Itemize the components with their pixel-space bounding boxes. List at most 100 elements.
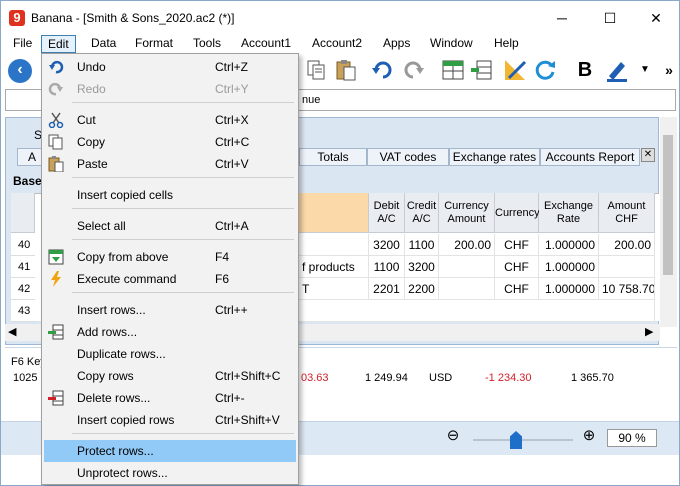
- scroll-left-icon[interactable]: ◀: [8, 325, 16, 338]
- zoom-slider-track[interactable]: [473, 439, 573, 441]
- chevron-down-icon[interactable]: ▼: [633, 58, 657, 82]
- column-header-amount-chf[interactable]: Amount CHF: [599, 193, 655, 233]
- menu-edit[interactable]: Edit: [41, 35, 76, 53]
- highlighter-icon[interactable]: [605, 58, 629, 82]
- table-icon[interactable]: [441, 58, 465, 82]
- menu-account1[interactable]: Account1: [235, 35, 297, 53]
- refresh-icon[interactable]: [533, 58, 557, 82]
- table-cell-description[interactable]: f products: [299, 256, 369, 278]
- tab-vat-codes[interactable]: VAT codes: [367, 148, 449, 166]
- menu-data[interactable]: Data: [85, 35, 122, 53]
- copy-icon[interactable]: [304, 58, 328, 82]
- menu-item-copy-from-above[interactable]: Copy from above F4: [44, 246, 296, 268]
- menu-item-paste[interactable]: Paste Ctrl+V: [44, 153, 296, 175]
- info-currency: USD: [429, 372, 453, 384]
- paste-icon[interactable]: [334, 58, 358, 82]
- tools-icon[interactable]: [503, 58, 527, 82]
- column-header-currency[interactable]: Currency: [495, 193, 540, 233]
- row-number: 43: [11, 300, 35, 322]
- table-cell-description[interactable]: T: [299, 278, 369, 300]
- info-amount-negative: -1 234.30: [485, 372, 532, 384]
- description-header[interactable]: [299, 193, 369, 233]
- minimize-button[interactable]: ─: [539, 1, 585, 35]
- back-navigation-icon[interactable]: ‹: [8, 59, 32, 83]
- redo-icon[interactable]: [401, 58, 425, 82]
- menu-item-select-all[interactable]: Select all Ctrl+A: [44, 215, 296, 237]
- close-button[interactable]: ✕: [633, 1, 679, 35]
- menu-item-insert-copied-cells[interactable]: Insert copied cells: [44, 184, 296, 206]
- menu-bar: File Edit Data Format Tools Account1 Acc…: [1, 35, 679, 53]
- view-label: Base: [13, 174, 42, 188]
- menu-item-add-rows[interactable]: Add rows...: [44, 321, 296, 343]
- table-cell-amount-chf[interactable]: 200.00: [599, 234, 655, 256]
- table-cell-description[interactable]: [299, 234, 369, 256]
- table-cell-debit[interactable]: 1100: [369, 256, 405, 278]
- menu-item-redo[interactable]: Redo Ctrl+Y: [44, 78, 296, 100]
- column-header-credit[interactable]: Credit A/C: [405, 193, 439, 233]
- menu-format[interactable]: Format: [129, 35, 179, 53]
- edit-menu-dropdown: Undo Ctrl+Z Redo Ctrl+Y Cut Ctrl+X Copy …: [41, 53, 299, 485]
- zoom-out-icon[interactable]: ⊖: [445, 428, 461, 445]
- table-cell-credit[interactable]: 2200: [405, 278, 439, 300]
- tab-totals[interactable]: Totals: [299, 148, 367, 166]
- menu-item-duplicate-rows[interactable]: Duplicate rows...: [44, 343, 296, 365]
- rows-icon[interactable]: [469, 58, 493, 82]
- table-cell-currency-amount[interactable]: 200.00: [439, 234, 495, 256]
- menu-item-execute-command[interactable]: Execute command F6: [44, 268, 296, 290]
- menu-item-copy-rows[interactable]: Copy rows Ctrl+Shift+C: [44, 365, 296, 387]
- table-cell-currency-amount[interactable]: [439, 278, 495, 300]
- delete-rows-icon: [48, 390, 64, 406]
- table-cell-amount-chf[interactable]: 10 758.70: [599, 278, 655, 300]
- table-cell-exchange-rate[interactable]: 1.000000: [539, 278, 599, 300]
- copy-from-above-icon: [48, 249, 64, 265]
- table-cell-currency-amount[interactable]: [439, 256, 495, 278]
- tab-exchange-rates[interactable]: Exchange rates: [449, 148, 540, 166]
- menu-item-protect-rows[interactable]: Protect rows...: [44, 440, 296, 462]
- menu-item-cut[interactable]: Cut Ctrl+X: [44, 109, 296, 131]
- menu-item-delete-rows[interactable]: Delete rows... Ctrl+-: [44, 387, 296, 409]
- menu-separator: [72, 208, 294, 209]
- column-header-debit[interactable]: Debit A/C: [369, 193, 405, 233]
- menu-apps[interactable]: Apps: [377, 35, 416, 53]
- zoom-level-input[interactable]: 90 %: [607, 429, 657, 447]
- column-header-exchange-rate[interactable]: Exchange Rate: [539, 193, 599, 233]
- table-cell-currency[interactable]: CHF: [495, 234, 539, 256]
- column-header-currency-amount[interactable]: Currency Amount: [439, 193, 495, 233]
- table-cell-credit[interactable]: 1100: [405, 234, 439, 256]
- table-cell-debit[interactable]: 2201: [369, 278, 405, 300]
- scroll-right-icon[interactable]: ▶: [645, 325, 653, 338]
- table-cell-currency[interactable]: CHF: [495, 256, 539, 278]
- close-tab-icon[interactable]: ✕: [641, 148, 655, 162]
- menu-tools[interactable]: Tools: [187, 35, 227, 53]
- menu-item-unprotect-rows[interactable]: Unprotect rows...: [44, 462, 296, 484]
- table-cell-debit[interactable]: 3200: [369, 234, 405, 256]
- banana-app-icon: 9: [9, 10, 25, 26]
- scissors-icon: [48, 112, 64, 128]
- zoom-in-icon[interactable]: ⊕: [581, 428, 597, 445]
- bold-icon[interactable]: B: [573, 58, 597, 82]
- menu-item-insert-rows[interactable]: Insert rows... Ctrl++: [44, 299, 296, 321]
- undo-icon[interactable]: [371, 58, 395, 82]
- tab-accounts-report[interactable]: Accounts Report: [540, 148, 640, 166]
- menu-item-copy[interactable]: Copy Ctrl+C: [44, 131, 296, 153]
- menu-help[interactable]: Help: [488, 35, 525, 53]
- menu-item-undo[interactable]: Undo Ctrl+Z: [44, 56, 296, 78]
- row-number: 40: [11, 234, 35, 256]
- table-cell-currency[interactable]: CHF: [495, 278, 539, 300]
- table-cell-exchange-rate[interactable]: 1.000000: [539, 256, 599, 278]
- info-account: 1025: [13, 372, 38, 384]
- table-cell-exchange-rate[interactable]: 1.000000: [539, 234, 599, 256]
- toolbar-more-icon[interactable]: »: [657, 58, 680, 82]
- menu-separator: [72, 292, 294, 293]
- table-cell-empty[interactable]: [299, 300, 655, 322]
- redo-icon: [48, 82, 63, 96]
- menu-item-insert-copied-rows[interactable]: Insert copied rows Ctrl+Shift+V: [44, 409, 296, 431]
- menu-account2[interactable]: Account2: [306, 35, 368, 53]
- table-cell-credit[interactable]: 3200: [405, 256, 439, 278]
- table-cell-amount-chf[interactable]: [599, 256, 655, 278]
- menu-file[interactable]: File: [7, 35, 38, 53]
- vertical-scroll-thumb[interactable]: [663, 135, 673, 275]
- menu-separator: [72, 177, 294, 178]
- maximize-button[interactable]: ☐: [587, 1, 633, 35]
- menu-window[interactable]: Window: [424, 35, 479, 53]
